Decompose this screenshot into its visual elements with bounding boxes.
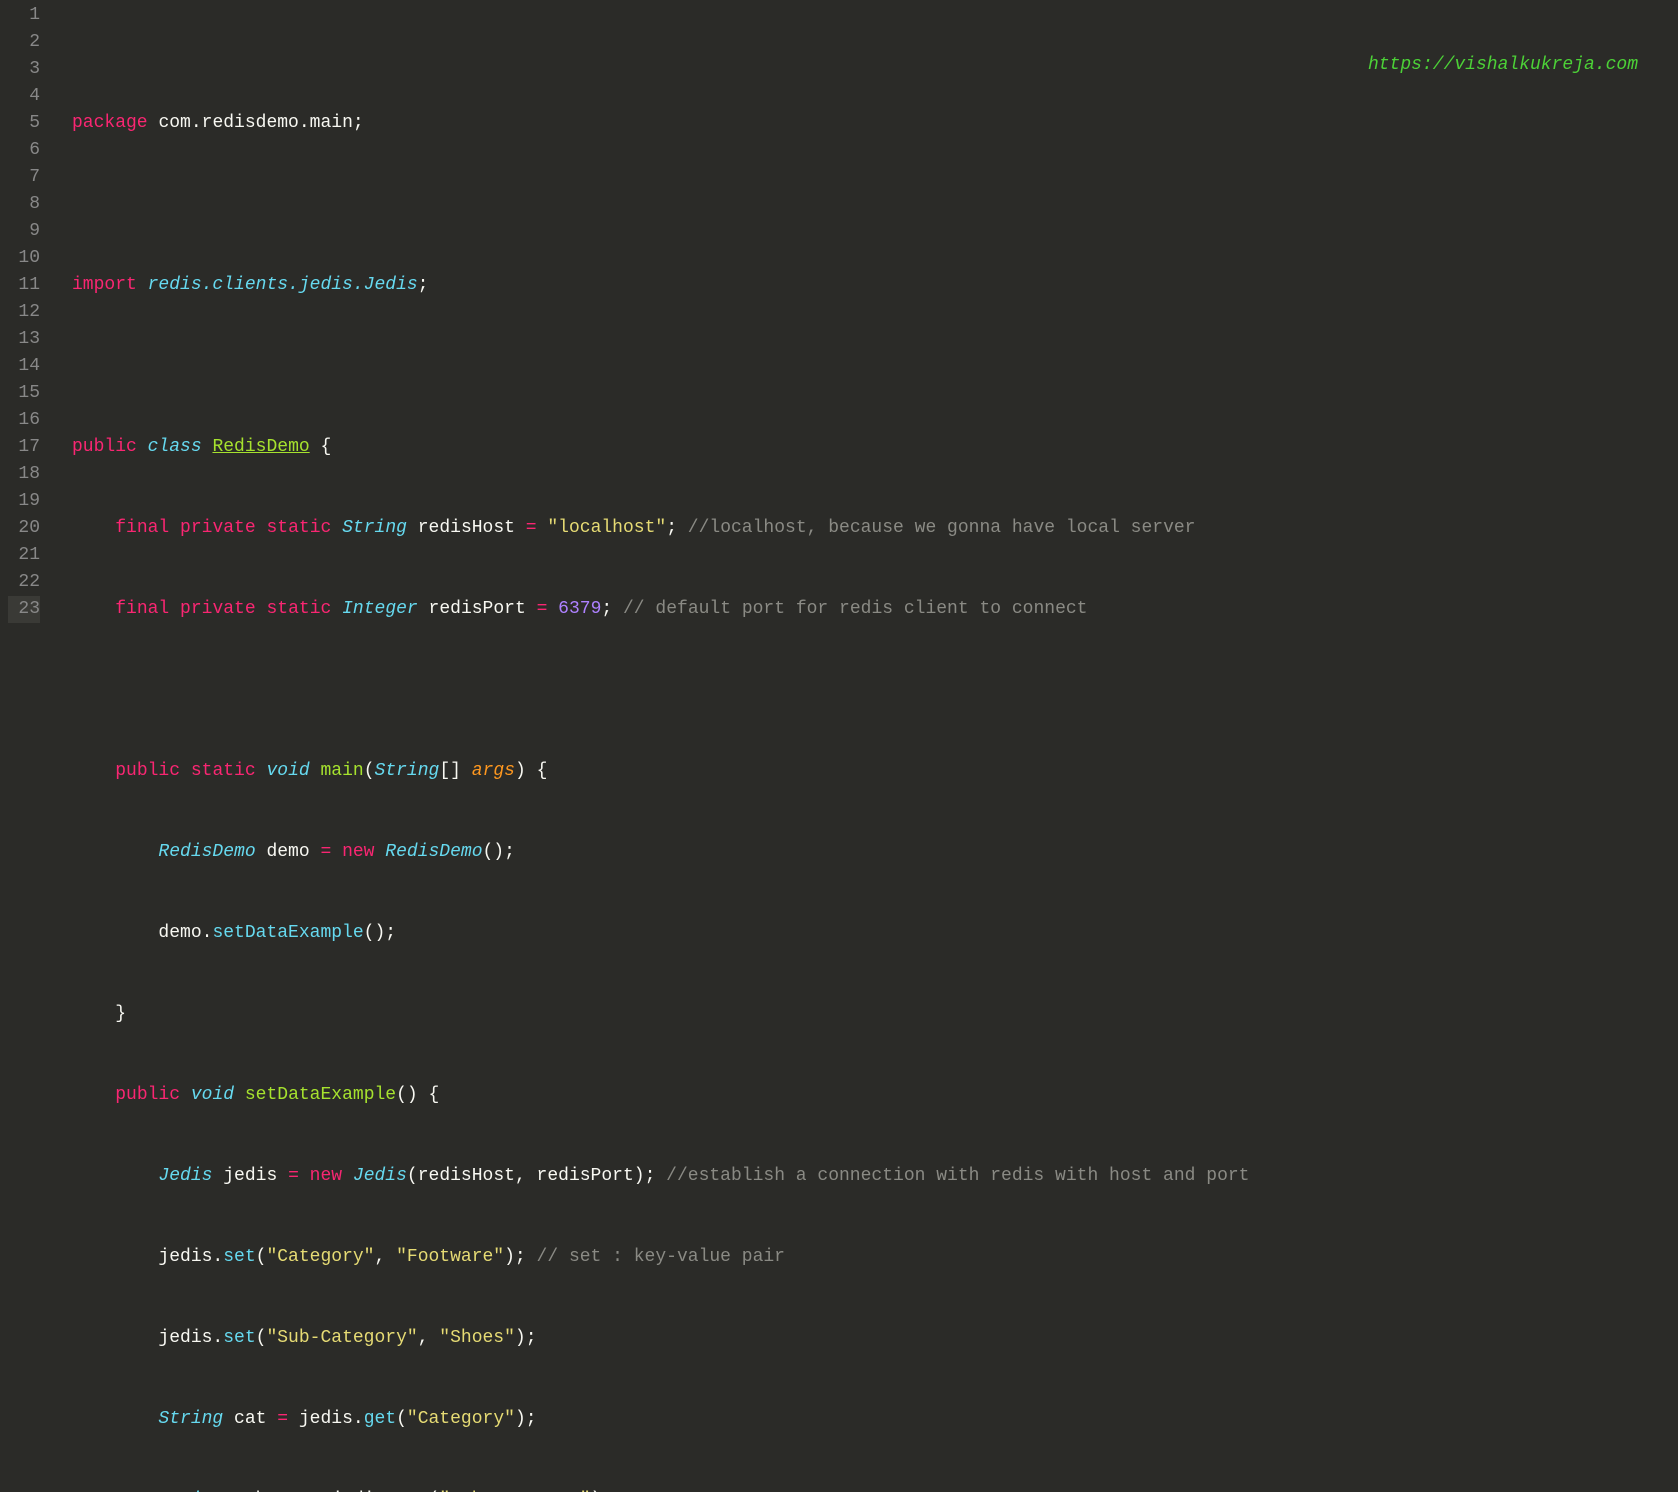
code-line[interactable]: [56, 353, 1678, 380]
code-line[interactable]: RedisDemo demo = new RedisDemo();: [56, 839, 1678, 866]
code-line[interactable]: final private static String redisHost = …: [56, 515, 1678, 542]
line-number: 10: [8, 245, 40, 272]
line-number: 9: [8, 218, 40, 245]
line-number: 15: [8, 380, 40, 407]
line-number: 19: [8, 488, 40, 515]
watermark-url: https://vishalkukreja.com: [1368, 52, 1638, 79]
line-number: 20: [8, 515, 40, 542]
line-number: 18: [8, 461, 40, 488]
code-line[interactable]: package com.redisdemo.main;: [56, 110, 1678, 137]
line-number: 4: [8, 83, 40, 110]
code-line[interactable]: jedis.set("Category", "Footware"); // se…: [56, 1244, 1678, 1271]
line-number: 5: [8, 110, 40, 137]
code-line[interactable]: [56, 677, 1678, 704]
code-line[interactable]: }: [56, 1001, 1678, 1028]
code-line[interactable]: final private static Integer redisPort =…: [56, 596, 1678, 623]
line-number: 16: [8, 407, 40, 434]
code-editor[interactable]: 1 2 3 4 5 6 7 8 9 10 11 12 13 14 15 16 1…: [0, 0, 1678, 746]
line-number: 12: [8, 299, 40, 326]
line-number: 6: [8, 137, 40, 164]
line-number: 8: [8, 191, 40, 218]
code-line[interactable]: public void setDataExample() {: [56, 1082, 1678, 1109]
code-line[interactable]: import redis.clients.jedis.Jedis;: [56, 272, 1678, 299]
code-line[interactable]: jedis.set("Sub-Category", "Shoes");: [56, 1325, 1678, 1352]
code-content[interactable]: https://vishalkukreja.com package com.re…: [56, 0, 1678, 746]
line-number: 3: [8, 56, 40, 83]
line-number: 13: [8, 326, 40, 353]
line-number: 14: [8, 353, 40, 380]
line-number: 7: [8, 164, 40, 191]
line-number: 1: [8, 2, 40, 29]
code-line[interactable]: String subCat = jedis.get("Sub-Category"…: [56, 1487, 1678, 1492]
code-line[interactable]: [56, 191, 1678, 218]
line-number: 11: [8, 272, 40, 299]
code-line[interactable]: String cat = jedis.get("Category");: [56, 1406, 1678, 1433]
line-number: 2: [8, 29, 40, 56]
code-line[interactable]: public class RedisDemo {: [56, 434, 1678, 461]
code-line[interactable]: demo.setDataExample();: [56, 920, 1678, 947]
line-number: 23: [8, 596, 40, 623]
line-number: 17: [8, 434, 40, 461]
code-line[interactable]: Jedis jedis = new Jedis(redisHost, redis…: [56, 1163, 1678, 1190]
line-number: 22: [8, 569, 40, 596]
line-number: 21: [8, 542, 40, 569]
line-number-gutter: 1 2 3 4 5 6 7 8 9 10 11 12 13 14 15 16 1…: [0, 0, 56, 746]
code-line[interactable]: public static void main(String[] args) {: [56, 758, 1678, 785]
